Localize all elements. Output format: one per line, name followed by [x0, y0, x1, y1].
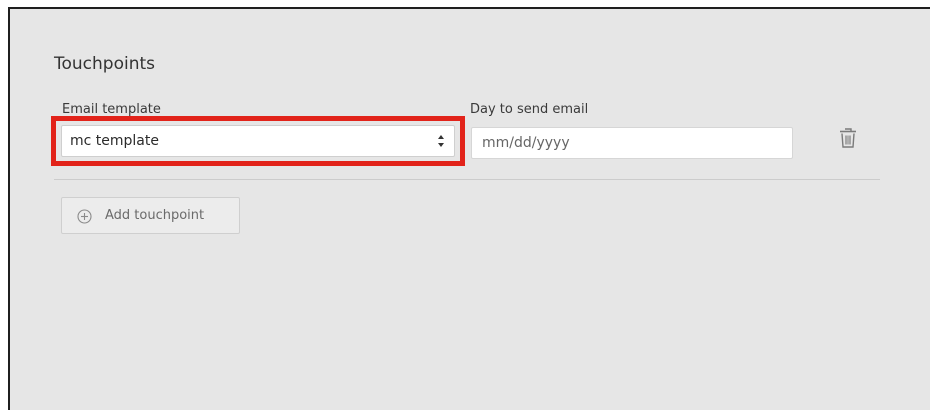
trash-icon[interactable]	[839, 127, 857, 149]
add-touchpoint-button[interactable]: Add touchpoint	[61, 197, 240, 234]
email-template-value: mc template	[70, 133, 159, 149]
divider	[54, 179, 880, 180]
select-arrows-icon	[438, 135, 444, 147]
day-to-send-label: Day to send email	[470, 102, 589, 117]
plus-circle-icon	[77, 209, 92, 224]
day-to-send-input[interactable]	[471, 127, 793, 159]
section-title: Touchpoints	[54, 54, 156, 74]
email-template-select[interactable]: mc template	[61, 125, 455, 157]
touchpoints-panel: Touchpoints Email template Day to send e…	[8, 7, 930, 410]
add-touchpoint-label: Add touchpoint	[105, 208, 205, 223]
